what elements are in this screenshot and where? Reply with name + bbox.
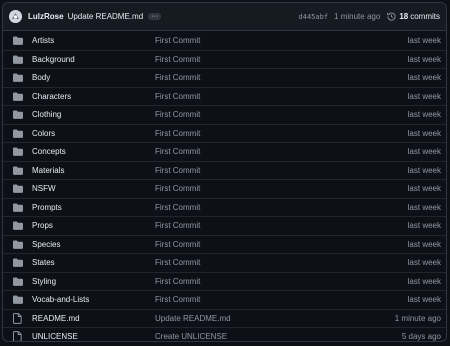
file-name-link[interactable]: Materials (32, 166, 155, 175)
expand-message-button[interactable]: ··· (148, 13, 162, 20)
folder-icon (12, 220, 23, 231)
file-name-link[interactable]: Background (32, 55, 155, 64)
file-name-link[interactable]: Prompts (32, 203, 155, 212)
file-row[interactable]: Body First Commit last week (3, 68, 446, 87)
folder-icon (12, 294, 23, 305)
file-icon (12, 331, 23, 341)
file-commit-date: last week (407, 239, 441, 249)
file-row[interactable]: Background First Commit last week (3, 49, 446, 69)
folder-icon (12, 35, 23, 46)
file-commit-date: last week (407, 295, 441, 305)
file-commit-message-link[interactable]: First Commit (155, 36, 408, 45)
file-commit-date: last week (407, 147, 441, 157)
file-commit-date: last week (407, 184, 441, 194)
file-commit-message-link[interactable]: First Commit (155, 277, 408, 286)
file-name-link[interactable]: Body (32, 73, 155, 82)
file-row[interactable]: UNLICENSE Create UNLICENSE 5 days ago (3, 327, 446, 342)
folder-icon (12, 91, 23, 102)
file-name-link[interactable]: Characters (32, 92, 155, 101)
file-commit-date: last week (407, 276, 441, 286)
file-row[interactable]: Prompts First Commit last week (3, 197, 446, 217)
file-commit-message-link[interactable]: First Commit (155, 203, 408, 212)
file-commit-message-link[interactable]: First Commit (155, 295, 408, 304)
file-commit-message-link[interactable]: First Commit (155, 110, 408, 119)
file-row[interactable]: Concepts First Commit last week (3, 142, 446, 161)
file-commit-date: last week (407, 54, 441, 64)
commit-author-link[interactable]: LulzRose (28, 12, 64, 21)
commits-label: commits (410, 12, 440, 21)
folder-icon (12, 128, 23, 139)
file-commit-message-link[interactable]: Create UNLICENSE (155, 332, 402, 341)
file-commit-message-link[interactable]: First Commit (155, 92, 408, 101)
file-name-link[interactable]: Styling (32, 277, 155, 286)
commit-message-link[interactable]: Update README.md (68, 12, 144, 21)
file-commit-date: last week (407, 73, 441, 83)
folder-icon (12, 165, 23, 176)
file-row[interactable]: Artists First Commit last week (3, 31, 446, 50)
file-row[interactable]: NSFW First Commit last week (3, 179, 446, 198)
commit-time: 1 minute ago (334, 12, 381, 21)
file-row[interactable]: Styling First Commit last week (3, 271, 446, 291)
history-icon (387, 12, 396, 21)
file-name-link[interactable]: Props (32, 221, 155, 230)
file-list: Artists First Commit last week Background Fi… (3, 31, 446, 342)
file-row[interactable]: Characters First Commit last week (3, 86, 446, 106)
folder-icon (12, 72, 23, 83)
file-commit-date: last week (407, 165, 441, 175)
file-name-link[interactable]: Artists (32, 36, 155, 45)
file-commit-date: last week (407, 258, 441, 268)
commits-history-link[interactable]: 18 commits (387, 12, 440, 21)
file-name-link[interactable]: Vocab-and-Lists (32, 295, 155, 304)
file-commit-date: 5 days ago (401, 332, 441, 342)
folder-icon (12, 276, 23, 287)
file-name-link[interactable]: README.md (32, 314, 155, 323)
file-name-link[interactable]: Concepts (32, 147, 155, 156)
file-commit-message-link[interactable]: First Commit (155, 147, 408, 156)
file-row[interactable]: Clothing First Commit last week (3, 105, 446, 124)
file-commit-date: last week (407, 35, 441, 45)
file-name-link[interactable]: UNLICENSE (32, 332, 155, 341)
file-commit-message-link[interactable]: First Commit (155, 221, 408, 230)
file-name-link[interactable]: Clothing (32, 110, 155, 119)
file-commit-message-link[interactable]: Update README.md (155, 314, 395, 323)
folder-icon (12, 146, 23, 157)
file-row[interactable]: States First Commit last week (3, 253, 446, 272)
file-row[interactable]: Props First Commit last week (3, 216, 446, 235)
file-commit-message-link[interactable]: First Commit (155, 129, 408, 138)
commits-count: 18 (399, 12, 409, 21)
file-commit-date: 1 minute ago (394, 313, 441, 323)
file-commit-message-link[interactable]: First Commit (155, 166, 408, 175)
file-name-link[interactable]: States (32, 258, 155, 267)
folder-icon (12, 54, 23, 65)
folder-icon (12, 109, 23, 120)
avatar[interactable] (9, 10, 22, 23)
commit-sha-link[interactable]: d445abf (299, 13, 329, 21)
file-row[interactable]: Materials First Commit last week (3, 160, 446, 180)
file-commit-date: last week (407, 202, 441, 212)
file-commit-date: last week (407, 128, 441, 138)
file-row[interactable]: README.md Update README.md 1 minute ago (3, 308, 446, 328)
file-commit-date: last week (407, 110, 441, 120)
latest-commit-bar: LulzRose Update README.md ··· d445abf 1 … (3, 3, 446, 31)
folder-icon (12, 239, 23, 250)
file-commit-date: last week (407, 221, 441, 231)
file-commit-date: last week (407, 91, 441, 101)
file-commit-message-link[interactable]: First Commit (155, 184, 408, 193)
folder-icon (12, 202, 23, 213)
file-commit-message-link[interactable]: First Commit (155, 240, 408, 249)
file-name-link[interactable]: Species (32, 240, 155, 249)
file-commit-message-link[interactable]: First Commit (155, 73, 408, 82)
file-row[interactable]: Colors First Commit last week (3, 123, 446, 143)
file-row[interactable]: Species First Commit last week (3, 234, 446, 254)
file-name-link[interactable]: NSFW (32, 184, 155, 193)
file-commit-message-link[interactable]: First Commit (155, 55, 408, 64)
file-name-link[interactable]: Colors (32, 129, 155, 138)
folder-icon (12, 257, 23, 268)
folder-icon (12, 183, 23, 194)
file-row[interactable]: Vocab-and-Lists First Commit last week (3, 290, 446, 309)
file-commit-message-link[interactable]: First Commit (155, 258, 408, 267)
file-browser: LulzRose Update README.md ··· d445abf 1 … (2, 2, 447, 342)
file-icon (12, 312, 23, 324)
